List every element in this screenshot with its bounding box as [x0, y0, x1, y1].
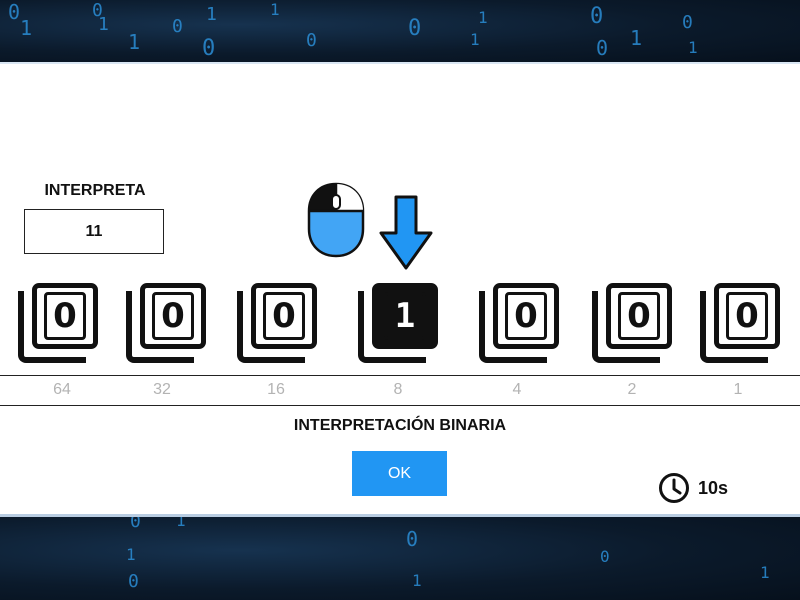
bit-value: 0: [618, 292, 660, 340]
bit-card-64[interactable]: 0: [18, 283, 102, 363]
bg-digit: 1: [126, 545, 136, 564]
bg-digit: 1: [270, 0, 280, 19]
bg-digit: 0: [8, 0, 21, 24]
bit-weight-label: 2: [627, 381, 637, 398]
bg-digit: 0: [590, 4, 604, 29]
bg-digit: 0: [306, 30, 317, 51]
bit-weight-label: 16: [267, 381, 285, 398]
bit-value: 0: [263, 292, 305, 340]
bit-card-4[interactable]: 0: [479, 283, 563, 363]
bg-digit: 1: [688, 38, 698, 57]
bg-digit: 0: [600, 547, 610, 566]
bg-digit: 0: [130, 517, 141, 532]
target-number: 11: [85, 222, 103, 240]
bg-digit: 0: [682, 12, 693, 33]
bit-card-2[interactable]: 0: [592, 283, 676, 363]
target-number-box: 11: [24, 209, 164, 254]
bg-digit: 1: [206, 4, 217, 25]
bg-digit: 1: [478, 8, 488, 27]
bit-weight-label: 32: [153, 381, 171, 398]
bg-digit: 0: [128, 571, 139, 592]
bg-digit: 1: [98, 14, 109, 35]
ok-button[interactable]: OK: [352, 451, 447, 496]
bit-weight-label: 4: [512, 381, 522, 398]
prompt-label: INTERPRETA: [44, 182, 146, 199]
bg-digit: 0: [172, 16, 183, 37]
clock-icon: [659, 473, 689, 503]
bit-value: 1: [384, 292, 426, 340]
bit-weight-label: 8: [393, 381, 403, 398]
bit-weight-label: 64: [53, 381, 71, 398]
bg-digit: 1: [128, 30, 141, 54]
bg-digit: 0: [596, 36, 609, 60]
bg-digit: 1: [20, 16, 33, 40]
bg-digit: 1: [176, 517, 186, 530]
background-bottom: 0 1 0 1 0 1 0 1: [0, 517, 800, 600]
bit-card-32[interactable]: 0: [126, 283, 210, 363]
bg-digit: 0: [202, 36, 216, 61]
bit-card-1[interactable]: 0: [700, 283, 784, 363]
bg-digit: 1: [470, 30, 480, 49]
bit-value: 0: [726, 292, 768, 340]
bit-value: 0: [505, 292, 547, 340]
bg-digit: 1: [412, 571, 422, 590]
bit-weight-label: 1: [733, 381, 743, 398]
timer-text: 10s: [698, 477, 729, 498]
game-title: INTERPRETACIÓN BINARIA: [293, 417, 507, 434]
bit-card-8[interactable]: 1: [358, 283, 442, 363]
bg-digit: 1: [630, 26, 643, 50]
bg-digit: 0: [406, 527, 419, 551]
bit-value: 0: [152, 292, 194, 340]
arrow-down-icon: [379, 195, 433, 270]
bit-value: 0: [44, 292, 86, 340]
mouse-left-click-icon: [307, 182, 365, 258]
bg-digit: 1: [760, 563, 770, 582]
bit-card-16[interactable]: 0: [237, 283, 321, 363]
background-top: 0 1 0 1 1 0 0 1 1 0 0 1 1 0 0 1 0 1: [0, 0, 800, 62]
timer: 10s: [658, 472, 728, 504]
bg-digit: 0: [408, 16, 422, 41]
